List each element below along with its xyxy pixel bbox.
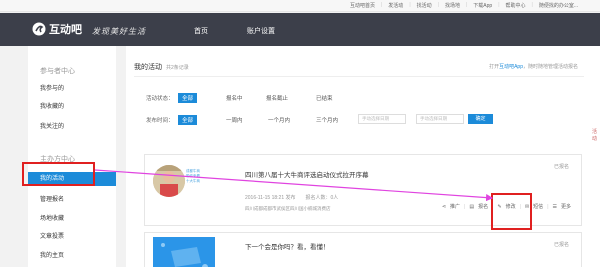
top-link-separator: | (380, 2, 383, 8)
event-title[interactable]: 下一个会是你吗？看，看懂！ (245, 241, 330, 251)
user-menu[interactable]: 随便找的办公室... (539, 2, 578, 9)
brand-logo[interactable]: 互动吧 (32, 21, 82, 37)
confirm-button[interactable]: 确定 (468, 114, 493, 124)
sidebar-item-article-votes[interactable]: 文章投票 (40, 231, 64, 240)
event-status: 已报名 (553, 164, 569, 170)
time-filter-3months[interactable]: 三个月内 (312, 115, 342, 125)
time-filter-all[interactable]: 全部 (178, 115, 198, 125)
time-filter-week[interactable]: 一周内 (222, 115, 247, 125)
top-link-help[interactable]: 帮助中心 (506, 2, 526, 9)
event-title[interactable]: 四川第八届十大牛商评选启动仪式拉开序幕 (245, 169, 369, 179)
app-hint-suffix: ，随时随地管理活动报名 (522, 64, 578, 70)
app-hint: 打开互动吧App，随时随地管理活动报名 (489, 63, 578, 70)
event-cover-image[interactable] (153, 237, 215, 267)
event-meta: 2016-11-15 18:21 发布 报名人数：0人 (245, 194, 348, 201)
brand-name: 互动吧 (49, 24, 82, 36)
top-link-home[interactable]: 互动吧首页 (350, 2, 375, 9)
sidebar-item-venue-favorites[interactable]: 场地收藏 (40, 213, 64, 222)
action-separator: | (547, 203, 549, 210)
share-icon: ⋖ (441, 203, 447, 210)
status-filter-open[interactable]: 报名中 (222, 93, 247, 103)
date-start-input[interactable]: 手动选择日期 (358, 114, 406, 124)
top-link-separator: | (409, 2, 411, 8)
event-cover-graphic (153, 165, 185, 197)
sidebar-item-manage-signups[interactable]: 管理报名 (40, 194, 64, 203)
top-links: 互动吧首页 | 发活动 | 找活动 | 找场地 | 下载App | 帮助中心 | 随便找的办… (350, 2, 578, 9)
event-address: 四川成都成都市武侯区四川国小楠城消费店 (245, 206, 331, 211)
floating-side-widget[interactable]: 活动 (592, 128, 600, 168)
time-filter-label: 发布时间： (146, 118, 174, 124)
signup-button[interactable]: 报名 (478, 203, 488, 210)
event-cover-graphic (153, 237, 215, 267)
highlight-box-edit (491, 193, 532, 230)
sidebar-group-participant: 参与者中心 (40, 68, 75, 75)
event-status: 已报名 (553, 242, 569, 248)
sidebar-item-joined[interactable]: 我参与的 (40, 83, 64, 92)
status-filter-closed[interactable]: 报名截止 (262, 93, 292, 103)
nav-home[interactable]: 首页 (194, 26, 208, 36)
signup-icon: ▤ (469, 203, 475, 210)
top-link-find-venues[interactable]: 找场地 (445, 2, 460, 9)
top-link-separator: | (437, 2, 439, 8)
sidebar: 参与者中心 我参与的 我收藏的 我关注的 主办方中心 我的活动 管理报名 场地收… (28, 46, 116, 267)
brand-slogan: 发现美好生活 (92, 27, 146, 36)
action-separator: | (464, 203, 466, 210)
event-datetime: 2016-11-15 18:21 发布 (245, 195, 296, 201)
app-hint-link[interactable]: 互动吧App (499, 64, 523, 70)
event-card: 下一个会是你吗？看，看懂！ 已报名 (144, 232, 582, 267)
sidebar-item-my-homepage[interactable]: 我的主页 (40, 250, 64, 259)
sms-button[interactable]: 短信 (533, 203, 543, 210)
event-cover-image[interactable] (153, 165, 185, 197)
main-content: 我的活动 共2条记录 打开互动吧App，随时随地管理活动报名 活动状态： 全部 报… (126, 46, 600, 267)
top-link-download-app[interactable]: 下载App (473, 2, 492, 9)
status-filter-ended[interactable]: 已结束 (312, 93, 337, 103)
status-filter-all[interactable]: 全部 (178, 93, 198, 103)
highlight-box-my-events (22, 162, 95, 186)
promote-button[interactable]: 推广 (450, 203, 460, 210)
title-divider (134, 76, 584, 77)
time-filter-month[interactable]: 一个月内 (264, 115, 294, 125)
top-link-find-events[interactable]: 找活动 (417, 2, 432, 9)
record-count: 共2条记录 (166, 65, 189, 71)
sidebar-item-favorites[interactable]: 我收藏的 (40, 101, 64, 110)
top-link-publish[interactable]: 发活动 (388, 2, 403, 9)
app-hint-prefix: 打开 (489, 64, 500, 70)
nav-account-settings[interactable]: 账户设置 (247, 26, 275, 36)
brand-logo-icon (32, 22, 46, 36)
main-nav: 互动吧 发现美好生活 首页 账户设置 (0, 13, 600, 46)
top-utility-bar: 互动吧首页 | 发活动 | 找活动 | 找场地 | 下载App | 帮助中心 | 随便找的办… (0, 0, 600, 12)
status-filter-label: 活动状态： (146, 96, 174, 102)
page-title: 我的活动 (134, 64, 162, 71)
event-signup-count: 报名人数：0人 (305, 195, 339, 201)
top-link-separator: | (531, 2, 533, 8)
more-icon: ☰ (552, 203, 557, 210)
sidebar-item-following[interactable]: 我关注的 (40, 121, 64, 130)
cover-caption-line: 十大牛商 (186, 179, 200, 183)
more-button[interactable]: 更多 (561, 203, 571, 210)
page-title-row: 我的活动 共2条记录 (134, 62, 189, 72)
date-end-input[interactable]: 手动选择日期 (416, 114, 464, 124)
top-link-separator: | (465, 2, 468, 8)
top-link-separator: | (498, 2, 500, 8)
